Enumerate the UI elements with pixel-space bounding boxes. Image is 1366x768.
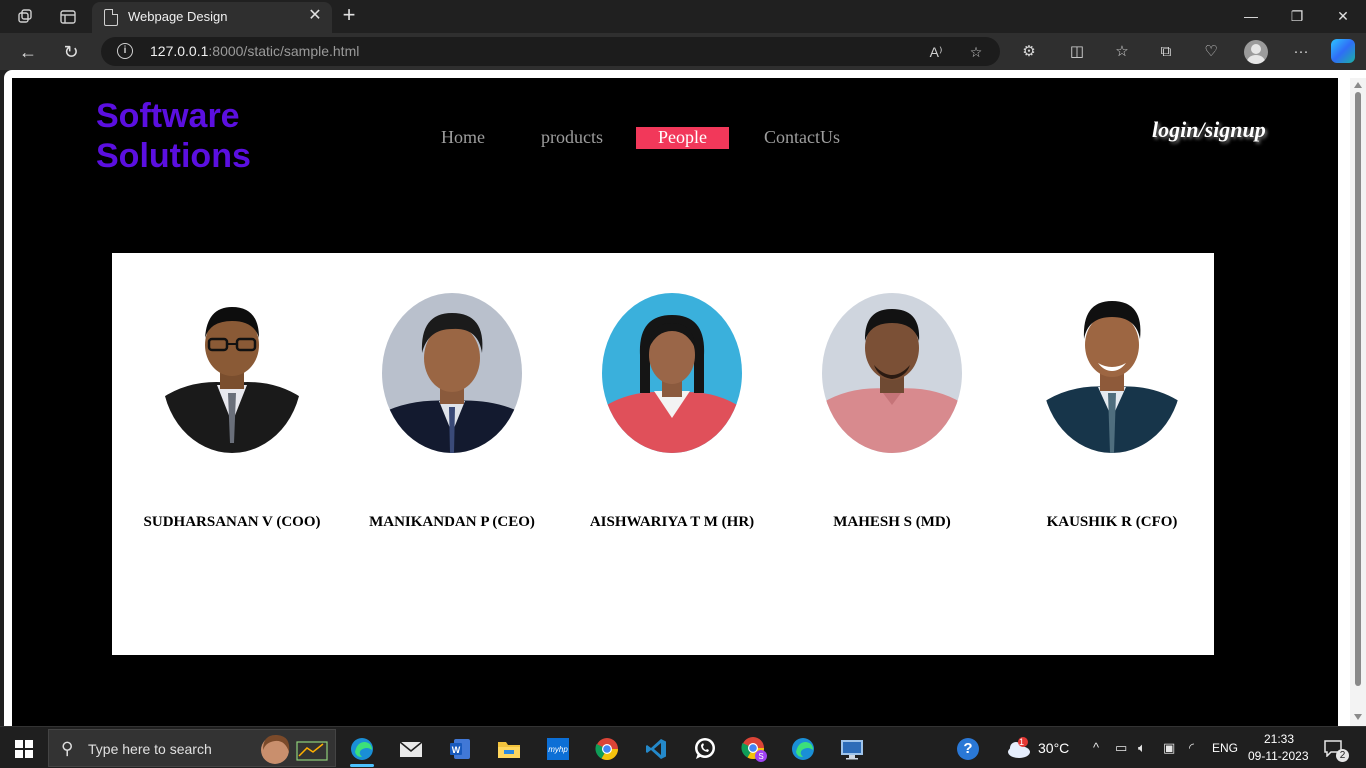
person-name: KAUSHIK R (CFO) bbox=[1046, 514, 1178, 530]
read-aloud-icon[interactable]: A⁾ bbox=[927, 43, 945, 61]
windows-start-icon[interactable] bbox=[15, 740, 33, 758]
edge-icon[interactable] bbox=[342, 731, 382, 767]
person-photo bbox=[1042, 293, 1182, 453]
language-indicator[interactable]: ENG bbox=[1212, 741, 1238, 755]
new-tab-button[interactable]: + bbox=[338, 4, 360, 26]
person-photo bbox=[602, 293, 742, 453]
tab-actions-icon[interactable] bbox=[58, 7, 78, 27]
split-screen-icon[interactable]: ◫ bbox=[1067, 42, 1087, 62]
battery-icon[interactable]: ▭ bbox=[1115, 740, 1127, 756]
nav-people[interactable]: People bbox=[636, 127, 729, 149]
svg-text:W: W bbox=[452, 745, 461, 755]
person-card: MANIKANDAN P (CEO) bbox=[332, 293, 572, 530]
whatsapp-icon[interactable] bbox=[685, 731, 725, 767]
clock-time[interactable]: 21:33 bbox=[1264, 732, 1294, 746]
help-icon[interactable]: ? bbox=[957, 738, 979, 760]
url-text[interactable]: 127.0.0.1:8000/static/sample.html bbox=[150, 43, 359, 59]
people-card: SUDHARSANAN V (COO) MANIKANDAN P (CEO) A… bbox=[112, 253, 1214, 655]
url-path: :8000/static/sample.html bbox=[208, 43, 360, 59]
windows-taskbar: ⚲ Type here to search W myhp S ? 1 30°C … bbox=[0, 726, 1366, 768]
person-card: MAHESH S (MD) bbox=[772, 293, 1012, 530]
more-menu-icon[interactable]: ··· bbox=[1291, 42, 1311, 62]
person-name: AISHWARIYA T M (HR) bbox=[589, 514, 755, 530]
favorite-star-icon[interactable]: ☆ bbox=[967, 43, 985, 61]
wifi-icon[interactable]: ◜ bbox=[1189, 740, 1194, 756]
myhp-icon[interactable]: myhp bbox=[538, 731, 578, 767]
search-placeholder: Type here to search bbox=[88, 741, 212, 757]
nav-products[interactable]: products bbox=[541, 127, 603, 148]
page-scrollbar[interactable] bbox=[1350, 78, 1366, 726]
weather-badge: 1 bbox=[1019, 737, 1025, 747]
chevron-up-icon[interactable]: ^ bbox=[1093, 740, 1099, 755]
volume-icon[interactable]: 🔈︎ bbox=[1138, 740, 1146, 756]
person-photo bbox=[382, 293, 522, 453]
url-host: 127.0.0.1 bbox=[150, 43, 209, 59]
address-bar[interactable]: i 127.0.0.1:8000/static/sample.html A⁾ ☆ bbox=[101, 37, 1000, 66]
scrollbar-thumb[interactable] bbox=[1355, 92, 1361, 686]
mail-icon[interactable] bbox=[391, 731, 431, 767]
collections-icon[interactable]: ⧉ bbox=[1156, 42, 1176, 62]
person-card: AISHWARIYA T M (HR) bbox=[552, 293, 792, 530]
copilot-icon[interactable] bbox=[1331, 39, 1355, 63]
person-photo bbox=[162, 293, 302, 453]
vscode-icon[interactable] bbox=[636, 731, 676, 767]
person-card: SUDHARSANAN V (COO) bbox=[112, 293, 352, 530]
back-button[interactable]: ← bbox=[15, 39, 41, 65]
person-name: MANIKANDAN P (CEO) bbox=[369, 514, 535, 530]
brand-line-2: Solutions bbox=[96, 137, 251, 175]
person-card: KAUSHIK R (CFO) bbox=[992, 293, 1232, 530]
word-icon[interactable]: W bbox=[440, 731, 480, 767]
edge-icon-2[interactable] bbox=[783, 731, 823, 767]
weather-temperature[interactable]: 30°C bbox=[1038, 740, 1069, 756]
scroll-up-arrow-icon[interactable] bbox=[1354, 82, 1362, 88]
search-icon: ⚲ bbox=[61, 739, 74, 758]
site-info-icon[interactable]: i bbox=[117, 43, 133, 59]
scroll-down-arrow-icon[interactable] bbox=[1354, 714, 1362, 720]
notification-count: 2 bbox=[1336, 749, 1349, 762]
svg-text:S: S bbox=[758, 752, 763, 761]
close-tab-icon[interactable]: ✕ bbox=[306, 7, 324, 25]
search-highlight-icon bbox=[261, 734, 328, 764]
browser-tab[interactable]: Webpage Design ✕ bbox=[92, 2, 332, 33]
webpage: Software Solutions Home products People … bbox=[12, 78, 1338, 726]
chrome-profile-icon[interactable]: S bbox=[734, 731, 774, 767]
browser-viewport: Software Solutions Home products People … bbox=[4, 70, 1366, 726]
remote-desktop-icon[interactable] bbox=[832, 731, 872, 767]
minimize-button[interactable]: — bbox=[1228, 5, 1274, 27]
nav-contactus[interactable]: ContactUs bbox=[764, 127, 840, 148]
clock-date[interactable]: 09-11-2023 bbox=[1248, 749, 1309, 763]
person-photo bbox=[822, 293, 962, 453]
brand-line-1: Software bbox=[96, 97, 240, 135]
svg-text:myhp: myhp bbox=[548, 745, 568, 754]
site-brand: Software Solutions bbox=[96, 96, 316, 176]
tab-title: Webpage Design bbox=[128, 9, 228, 24]
workspaces-icon[interactable] bbox=[16, 7, 36, 27]
person-name: MAHESH S (MD) bbox=[833, 514, 951, 530]
login-signup-link[interactable]: login/signup bbox=[1152, 117, 1266, 143]
profile-avatar-icon[interactable] bbox=[1244, 40, 1268, 64]
chrome-icon[interactable] bbox=[587, 731, 627, 767]
person-name: SUDHARSANAN V (COO) bbox=[143, 514, 321, 530]
browser-essentials-icon[interactable]: ♡ bbox=[1201, 42, 1221, 62]
meet-now-icon[interactable]: ▣ bbox=[1163, 740, 1175, 756]
restore-button[interactable]: ❐ bbox=[1274, 5, 1320, 27]
taskbar-search-box[interactable]: ⚲ Type here to search bbox=[48, 729, 336, 767]
refresh-button[interactable]: ↻ bbox=[58, 39, 84, 65]
browser-titlebar: Webpage Design ✕ + — ❐ ✕ bbox=[0, 0, 1366, 33]
extensions-icon[interactable]: ⚙ bbox=[1019, 42, 1039, 62]
close-window-button[interactable]: ✕ bbox=[1320, 5, 1366, 27]
browser-toolbar: ← ↻ i 127.0.0.1:8000/static/sample.html … bbox=[0, 33, 1366, 70]
nav-home[interactable]: Home bbox=[441, 127, 485, 148]
page-icon bbox=[104, 9, 118, 26]
file-explorer-icon[interactable] bbox=[489, 731, 529, 767]
favorites-icon[interactable]: ☆ bbox=[1112, 42, 1132, 62]
